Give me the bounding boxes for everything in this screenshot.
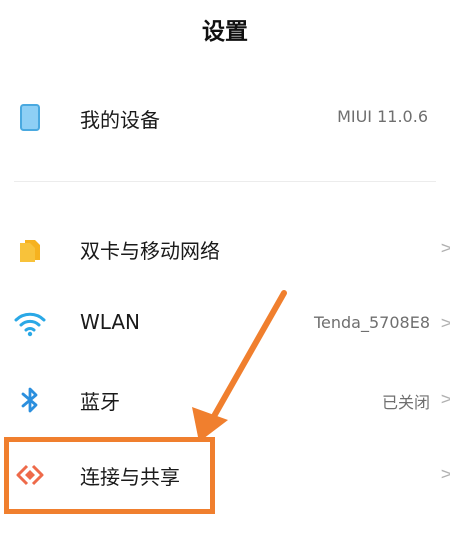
device-icon (14, 102, 46, 134)
settings-item-dual-sim[interactable]: 双卡与移动网络 > (0, 219, 450, 279)
page-title: 设置 (202, 19, 248, 45)
settings-item-wlan[interactable]: WLAN Tenda_5708E8 > (0, 294, 450, 354)
chevron-right-icon: > (440, 389, 450, 408)
settings-item-bluetooth[interactable]: 蓝牙 已关闭 > (0, 370, 450, 430)
settings-item-label: 我的设备 (80, 108, 160, 132)
section-divider (14, 181, 436, 182)
chevron-right-icon: > (440, 313, 450, 332)
settings-item-my-device[interactable]: 我的设备 MIUI 11.0.6 (0, 88, 450, 148)
bluetooth-icon (14, 384, 46, 416)
settings-item-label: 双卡与移动网络 (80, 239, 220, 263)
settings-item-label: WLAN (80, 310, 141, 334)
settings-item-value: MIUI 11.0.6 (337, 107, 428, 126)
settings-item-label: 蓝牙 (80, 390, 120, 414)
chevron-right-icon: > (440, 238, 450, 257)
wifi-icon (14, 308, 46, 340)
sim-card-icon (14, 233, 46, 265)
annotation-highlight-box (4, 437, 215, 514)
bluetooth-status: 已关闭 (381, 393, 430, 412)
chevron-right-icon: > (440, 464, 450, 483)
wifi-network-name: Tenda_5708E8 (313, 313, 430, 332)
